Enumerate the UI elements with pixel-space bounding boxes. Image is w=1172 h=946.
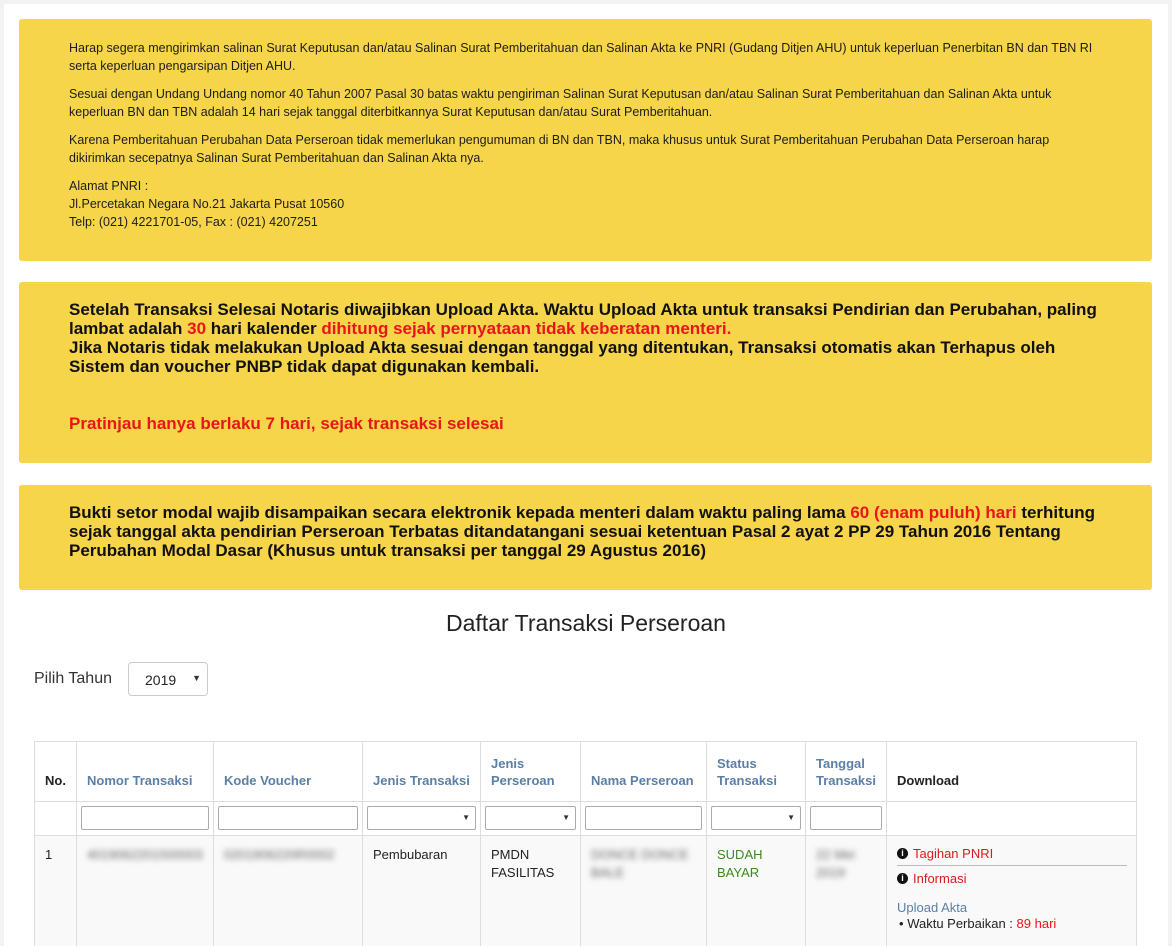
- cell-download: i Tagihan PNRI i Informasi Upload Akta •…: [897, 846, 1127, 931]
- preview-note: Pratinjau hanya berlaku 7 hari, sejak tr…: [69, 414, 504, 433]
- cell-status-line-2: BAYAR: [717, 865, 760, 880]
- filter-nomor-transaksi-input[interactable]: [81, 806, 209, 830]
- year-select[interactable]: 2019 ▼: [128, 662, 208, 696]
- header-nama-perseroan[interactable]: Nama Perseroan: [581, 742, 706, 802]
- cell-nama-line-2: BALE: [591, 865, 625, 880]
- year-select-value: 2019: [145, 672, 177, 688]
- upload-akta-link[interactable]: Upload Akta: [897, 900, 1127, 915]
- modal-notice: Bukti setor modal wajib disampaikan seca…: [19, 485, 1152, 590]
- cell-no: 1: [45, 847, 53, 862]
- informasi-link[interactable]: i Informasi: [897, 871, 1127, 886]
- caret-down-icon: ▼: [562, 813, 570, 822]
- cell-nama-perseroan: DONCE DONCE BALE: [591, 846, 689, 882]
- cell-tanggal-line-1: 22 Mei: [816, 847, 856, 862]
- upload-text-4: Jika Notaris tidak melakukan Upload Akta…: [69, 338, 1056, 376]
- caret-down-icon: ▼: [787, 813, 795, 822]
- cell-kode-voucher: 0201906220R0002: [224, 847, 335, 862]
- waktu-perbaikan: • Waktu Perbaikan : 89 hari: [897, 916, 1127, 931]
- pnri-para-2: Sesuai dengan Undang Undang nomor 40 Tah…: [69, 87, 1052, 119]
- caret-down-icon: ▼: [192, 673, 201, 683]
- upload-days: 30: [187, 319, 207, 338]
- filter-jenis-transaksi-select[interactable]: ▼: [367, 806, 476, 830]
- address-label: Alamat PNRI :: [69, 179, 149, 193]
- tagihan-pnri-link[interactable]: i Tagihan PNRI: [897, 846, 1127, 866]
- header-tanggal-line-1: Tanggal: [816, 756, 865, 771]
- cell-tanggal-line-2: 2019: [816, 865, 845, 880]
- cell-jenis-perseroan-line-2: FASILITAS: [491, 865, 555, 880]
- header-status-transaksi[interactable]: Status Transaksi: [707, 742, 805, 802]
- cell-jenis-transaksi: Pembubaran: [373, 847, 448, 862]
- waktu-perbaikan-label: Waktu Perbaikan :: [907, 916, 1017, 931]
- modal-text-1: Bukti setor modal wajib disampaikan seca…: [69, 503, 851, 522]
- address-line: Jl.Percetakan Negara No.21 Jakarta Pusat…: [69, 197, 345, 211]
- filter-jenis-perseroan-select[interactable]: ▼: [485, 806, 576, 830]
- pnri-notice: Harap segera mengirimkan salinan Surat K…: [19, 19, 1152, 261]
- pnri-para-1: Harap segera mengirimkan salinan Surat K…: [69, 41, 1093, 73]
- filter-kode-voucher-input[interactable]: [218, 806, 358, 830]
- header-status-line-2: Transaksi: [717, 773, 777, 788]
- transactions-table: No. Nomor Transaksi Kode Voucher Jenis T…: [34, 741, 1137, 946]
- upload-akta-notice: Setelah Transaksi Selesai Notaris diwaji…: [19, 282, 1152, 463]
- tagihan-pnri-label: Tagihan PNRI: [913, 846, 994, 861]
- pnri-para-3: Karena Pemberitahuan Perubahan Data Pers…: [69, 133, 1050, 165]
- header-nomor-transaksi[interactable]: Nomor Transaksi: [77, 742, 213, 802]
- filter-nama-perseroan-input[interactable]: [585, 806, 702, 830]
- info-circle-icon: i: [897, 873, 908, 884]
- waktu-perbaikan-value: 89 hari: [1016, 916, 1057, 931]
- caret-down-icon: ▼: [462, 813, 470, 822]
- cell-jenis-perseroan: PMDN FASILITAS: [491, 846, 554, 882]
- phone-line: Telp: (021) 4221701-05, Fax : (021) 4207…: [69, 215, 318, 229]
- header-jenis-perseroan[interactable]: Jenis Perseroan: [481, 742, 580, 802]
- filter-divider: [35, 835, 1136, 836]
- cell-status: SUDAH BAYAR: [717, 846, 763, 882]
- bullet-icon: •: [899, 916, 904, 931]
- info-circle-icon: i: [897, 848, 908, 859]
- upload-text-3: dihitung sejak pernyataan tidak keberata…: [321, 319, 732, 338]
- cell-nomor-transaksi: 4019062201500003: [87, 847, 203, 862]
- pnri-address: Alamat PNRI : Jl.Percetakan Negara No.21…: [69, 177, 1102, 231]
- cell-status-line-1: SUDAH: [717, 847, 763, 862]
- upload-text-2: hari kalender: [206, 319, 322, 338]
- informasi-label: Informasi: [913, 871, 967, 886]
- filter-tanggal-input[interactable]: [810, 806, 882, 830]
- header-no: No.: [45, 773, 66, 788]
- header-status-line-1: Status: [717, 756, 757, 771]
- header-jenis-perseroan-line-1: Jenis: [491, 756, 525, 771]
- year-filter-label: Pilih Tahun: [34, 670, 112, 687]
- cell-tanggal: 22 Mei 2019: [816, 846, 855, 882]
- page-title: Daftar Transaksi Perseroan: [446, 610, 726, 636]
- header-kode-voucher[interactable]: Kode Voucher: [214, 742, 362, 802]
- page: Harap segera mengirimkan salinan Surat K…: [4, 4, 1168, 946]
- header-jenis-transaksi[interactable]: Jenis Transaksi: [363, 742, 480, 802]
- header-download: Download: [897, 773, 960, 788]
- header-jenis-perseroan-line-2: Perseroan: [491, 773, 555, 788]
- modal-days: 60 (enam puluh) hari: [850, 503, 1017, 522]
- header-tanggal-line-2: Transaksi: [816, 773, 876, 788]
- cell-nama-line-1: DONCE DONCE: [591, 847, 689, 862]
- header-tanggal-transaksi[interactable]: Tanggal Transaksi: [806, 742, 886, 802]
- cell-jenis-perseroan-line-1: PMDN: [491, 847, 530, 862]
- filter-status-select[interactable]: ▼: [711, 806, 801, 830]
